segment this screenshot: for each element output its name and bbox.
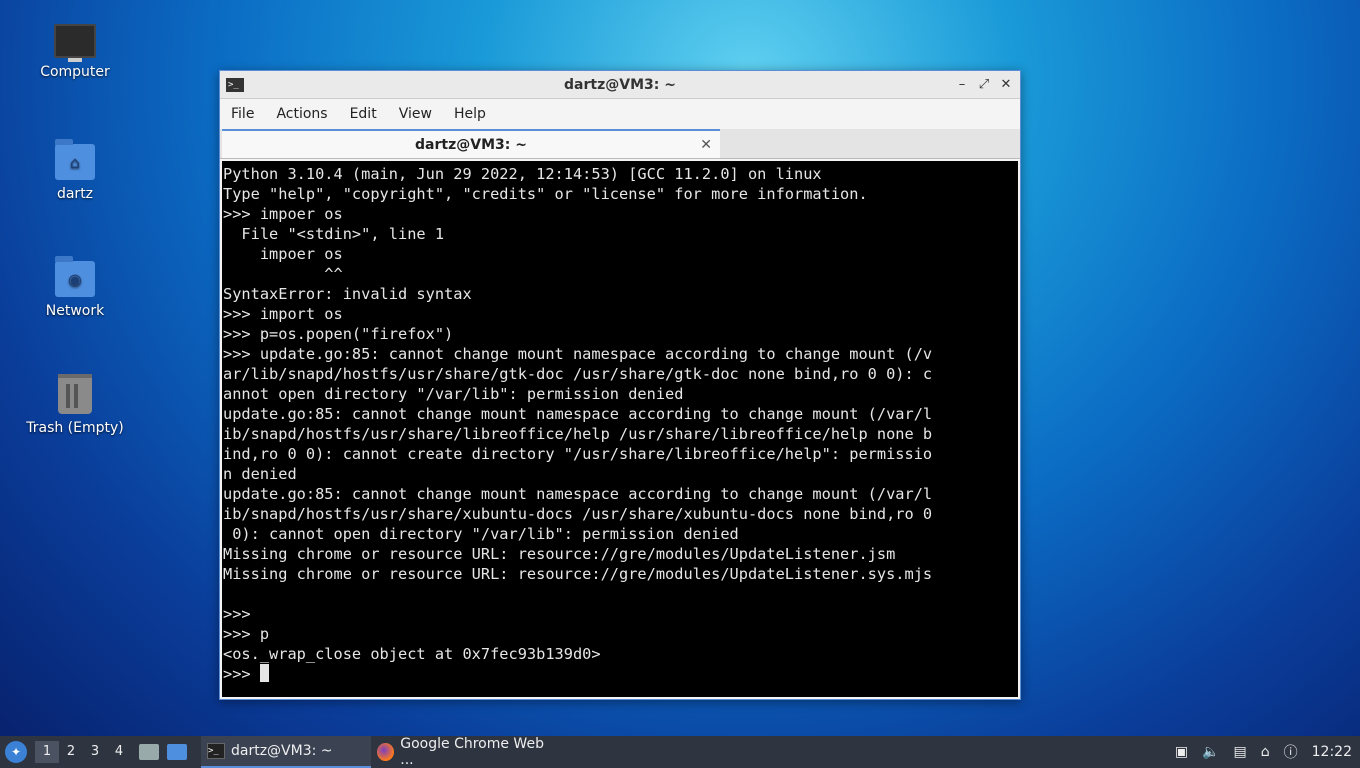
whisker-menu-icon[interactable]: ✦ — [5, 741, 27, 763]
terminal-line: >>> update.go:85: cannot change mount na… — [223, 345, 933, 363]
menu-edit[interactable]: Edit — [339, 106, 388, 122]
terminal-line: >>> import os — [223, 305, 343, 323]
task-firefox[interactable]: Google Chrome Web ... — [371, 736, 561, 768]
terminal-line: >>> p — [223, 625, 270, 643]
terminal-line: impoer os — [223, 245, 343, 263]
keyboard-icon[interactable]: ▣ — [1175, 744, 1188, 760]
workspace-1[interactable]: 1 — [35, 741, 59, 763]
terminal-cursor — [259, 664, 269, 682]
window-title: dartz@VM3: ~ — [564, 76, 676, 93]
terminal-line: ib/snapd/hostfs/usr/share/xubuntu-docs /… — [223, 505, 933, 523]
desktop-icon-computer[interactable]: Computer — [15, 24, 135, 80]
menu-actions[interactable]: Actions — [265, 106, 338, 122]
terminal-line: ib/snapd/hostfs/usr/share/libreoffice/he… — [223, 425, 933, 443]
task-label: dartz@VM3: ~ — [231, 743, 333, 759]
menu-view[interactable]: View — [388, 106, 443, 122]
terminal-prompt-line: >>> — [223, 664, 1017, 684]
network-icon[interactable]: ⌂ — [1261, 744, 1270, 760]
terminal-line: SyntaxError: invalid syntax — [223, 285, 472, 303]
close-button[interactable]: ✕ — [1000, 77, 1012, 92]
terminal-line: update.go:85: cannot change mount namesp… — [223, 405, 933, 423]
tab-terminal[interactable]: dartz@VM3: ~ ✕ — [222, 129, 720, 158]
firefox-icon — [377, 743, 395, 761]
tab-label: dartz@VM3: ~ — [415, 136, 527, 153]
terminal-line: annot open directory "/var/lib": permiss… — [223, 385, 684, 403]
desktop-icon-label: Trash (Empty) — [26, 420, 124, 436]
workspace-2[interactable]: 2 — [59, 741, 83, 763]
system-tray: ▣ 🔈 ▤ ⌂ ⓘ 12:22 — [1175, 742, 1352, 762]
workspace-3[interactable]: 3 — [83, 741, 107, 763]
terminal-line: File "<stdin>", line 1 — [223, 225, 445, 243]
menu-help[interactable]: Help — [443, 106, 497, 122]
task-label: Google Chrome Web ... — [400, 736, 544, 768]
minimize-button[interactable]: – — [956, 77, 968, 92]
terminal-line: >>> p=os.popen("firefox") — [223, 325, 454, 343]
desktop-icon-home[interactable]: ⌂ dartz — [15, 139, 135, 202]
terminal-line: n denied — [223, 465, 297, 483]
clipboard-icon[interactable]: ▤ — [1234, 744, 1247, 760]
terminal-icon: >_ — [207, 743, 225, 759]
clock[interactable]: 12:22 — [1312, 744, 1352, 760]
terminal-line: 0): cannot open directory "/var/lib": pe… — [223, 525, 739, 543]
tab-bar: dartz@VM3: ~ ✕ — [220, 129, 1020, 159]
workspace-4[interactable]: 4 — [107, 741, 131, 763]
file-manager-icon[interactable] — [139, 744, 159, 760]
terminal-window: >_ dartz@VM3: ~ – ⤢ ✕ File Actions Edit … — [219, 70, 1021, 700]
desktop-icon-label: Computer — [40, 64, 110, 80]
terminal-prompt: >>> — [223, 665, 260, 683]
computer-icon — [54, 24, 96, 62]
terminal-line: >>> impoer os — [223, 205, 343, 223]
terminal-output[interactable]: Python 3.10.4 (main, Jun 29 2022, 12:14:… — [222, 161, 1018, 697]
terminal-line: Python 3.10.4 (main, Jun 29 2022, 12:14:… — [223, 165, 822, 183]
menu-file[interactable]: File — [220, 106, 265, 122]
volume-icon[interactable]: 🔈 — [1202, 744, 1219, 760]
notification-icon[interactable]: ⓘ — [1284, 742, 1298, 762]
terminal-line: Type "help", "copyright", "credits" or "… — [223, 185, 868, 203]
maximize-button[interactable]: ⤢ — [978, 77, 990, 92]
terminal-line: update.go:85: cannot change mount namesp… — [223, 485, 933, 503]
trash-icon — [58, 374, 92, 414]
desktop-icon-label: dartz — [56, 186, 94, 202]
task-terminal[interactable]: >_ dartz@VM3: ~ — [201, 736, 371, 768]
desktop-icon-label: Network — [45, 303, 105, 319]
show-desktop-icon[interactable] — [167, 744, 187, 760]
tab-close-icon[interactable]: ✕ — [700, 137, 712, 153]
terminal-line: <os._wrap_close object at 0x7fec93b139d0… — [223, 645, 601, 663]
terminal-icon: >_ — [226, 77, 244, 92]
desktop-icon-network[interactable]: ◉ Network — [15, 256, 135, 319]
desktop-icon-trash[interactable]: Trash (Empty) — [15, 374, 135, 436]
terminal-line: ^^ — [223, 265, 343, 283]
terminal-line: ind,ro 0 0): cannot create directory "/u… — [223, 445, 933, 463]
terminal-line: Missing chrome or resource URL: resource… — [223, 565, 933, 583]
network-folder-icon: ◉ — [55, 256, 95, 297]
taskbar: ✦ 1 2 3 4 >_ dartz@VM3: ~ Google Chrome … — [0, 736, 1360, 768]
terminal-line: ar/lib/snapd/hostfs/usr/share/gtk-doc /u… — [223, 365, 933, 383]
menubar: File Actions Edit View Help — [220, 99, 1020, 129]
window-titlebar[interactable]: >_ dartz@VM3: ~ – ⤢ ✕ — [220, 71, 1020, 99]
terminal-line: >>> — [223, 605, 260, 623]
terminal-line: Missing chrome or resource URL: resource… — [223, 545, 896, 563]
home-folder-icon: ⌂ — [55, 139, 95, 180]
